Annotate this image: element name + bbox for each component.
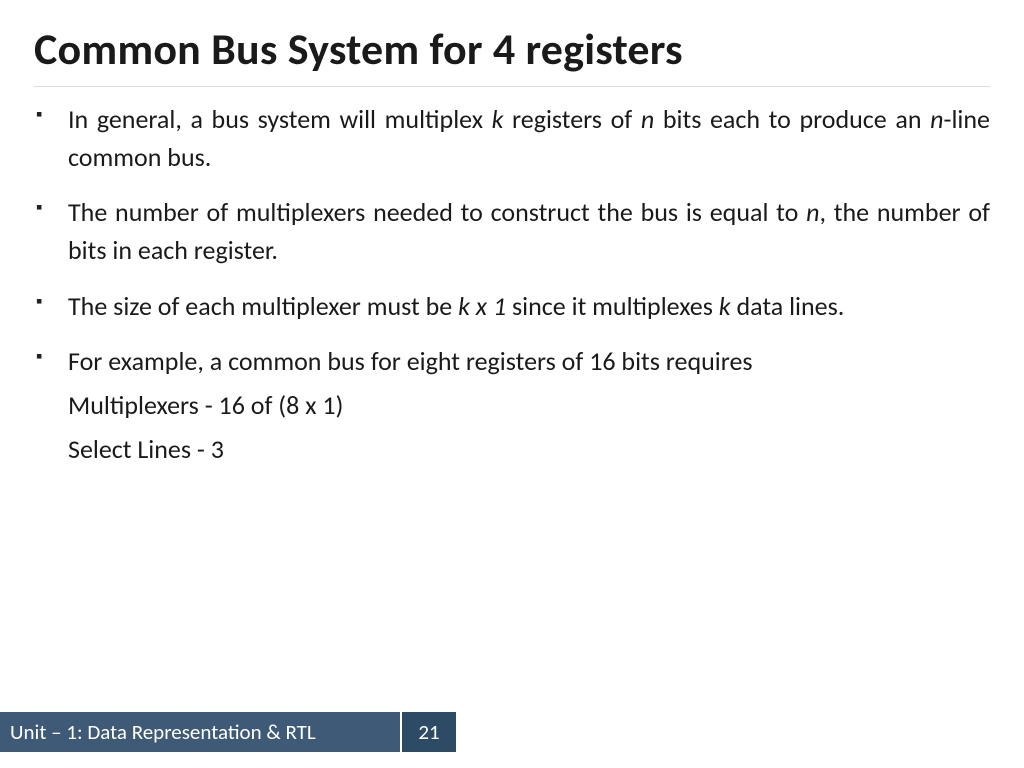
sub-line: Select Lines - 3: [68, 429, 990, 469]
title-divider: [34, 86, 990, 87]
text-segment: registers of: [503, 103, 640, 135]
bullet-item: For example, a common bus for eight regi…: [34, 343, 990, 469]
bullet-item: In general, a bus system will multiplex …: [34, 101, 990, 176]
text-segment: The size of each multiplexer must be: [68, 290, 458, 322]
slide-content: In general, a bus system will multiplex …: [0, 101, 1024, 470]
slide-footer: Unit – 1: Data Representation & RTL 21: [0, 712, 456, 752]
italic-var: k: [719, 290, 731, 322]
slide-title: Common Bus System for 4 registers: [0, 0, 1024, 86]
text-segment: bits each to produce an: [654, 103, 930, 135]
text-segment: For example, a common bus for eight regi…: [68, 345, 753, 377]
italic-var: k x 1: [458, 290, 506, 322]
sub-line: Multiplexers - 16 of (8 x 1): [68, 385, 990, 425]
footer-page-number: 21: [400, 712, 456, 752]
footer-unit-label: Unit – 1: Data Representation & RTL: [0, 712, 400, 752]
text-segment: data lines.: [731, 290, 845, 322]
italic-var: n: [641, 103, 654, 135]
italic-var: k: [492, 103, 504, 135]
bullet-list: In general, a bus system will multiplex …: [34, 101, 990, 470]
text-segment: since it multiplexes: [506, 290, 719, 322]
bullet-item: The number of multiplexers needed to con…: [34, 194, 990, 269]
bullet-item: The size of each multiplexer must be k x…: [34, 288, 990, 326]
italic-var: n: [930, 103, 943, 135]
slide: Common Bus System for 4 registers In gen…: [0, 0, 1024, 768]
text-segment: In general, a bus system will multiplex: [68, 103, 492, 135]
text-segment: The number of multiplexers needed to con…: [68, 196, 806, 228]
italic-var: n: [806, 196, 819, 228]
